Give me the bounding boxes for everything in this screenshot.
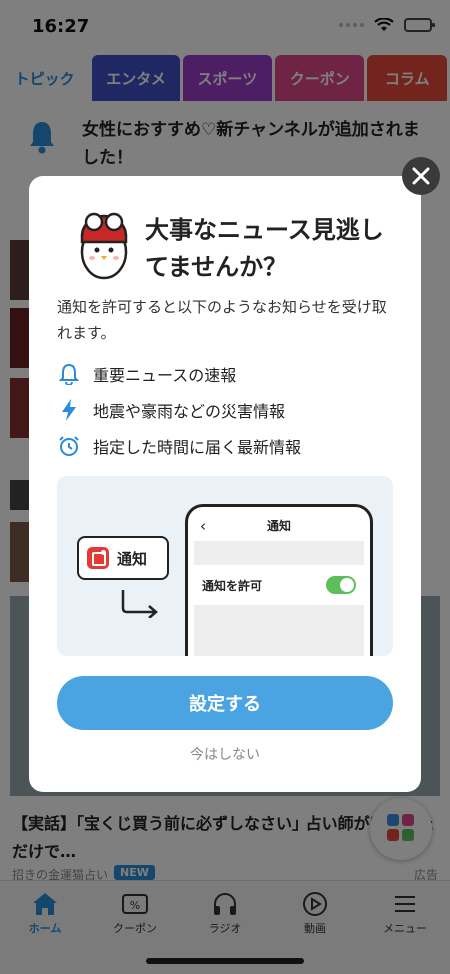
arrow-icon (121, 590, 158, 618)
home-indicator (146, 958, 304, 964)
phone-title: 通知 (266, 519, 291, 533)
feature-label: 地震や豪雨などの災害情報 (93, 402, 286, 421)
app-notification-icon (87, 547, 109, 569)
toggle-switch-icon (326, 576, 356, 594)
feature-label: 重要ニュースの速報 (93, 366, 237, 385)
notification-card: 通知 (77, 536, 169, 580)
alarm-clock-icon (57, 434, 81, 458)
penguin-mascot-icon (80, 212, 128, 280)
feature-scheduled-news: 指定した時間に届く最新情報 (57, 434, 301, 458)
close-icon (412, 167, 430, 185)
feature-label: 指定した時間に届く最新情報 (93, 438, 302, 457)
allow-notification-label: 通知を許可 (202, 578, 263, 593)
bell-icon (57, 362, 81, 386)
not-now-button[interactable]: 今はしない (29, 744, 421, 764)
notification-permission-modal: 大事なニュース見逃してませんか？ 通知を許可すると以下のようなお知らせを受け取れ… (29, 176, 421, 792)
feature-disaster-info: 地震や豪雨などの災害情報 (57, 398, 285, 422)
notification-illustration: 通知 ‹ 通知を許可 通知 (57, 476, 393, 656)
allow-notification-row: 通知を許可 (194, 569, 364, 601)
notification-card-label: 通知 (117, 549, 148, 568)
lightning-icon (57, 398, 81, 422)
settings-button[interactable]: 設定する (57, 676, 393, 730)
back-chevron-icon: ‹ (200, 517, 206, 535)
phone-mockup: 通知 ‹ 通知を許可 (185, 504, 373, 656)
modal-description: 通知を許可すると以下のようなお知らせを受け取れます。 (57, 298, 387, 342)
close-button[interactable] (402, 157, 440, 195)
feature-breaking-news: 重要ニュースの速報 (57, 362, 236, 386)
modal-title: 大事なニュース見逃してませんか？ (145, 216, 384, 281)
